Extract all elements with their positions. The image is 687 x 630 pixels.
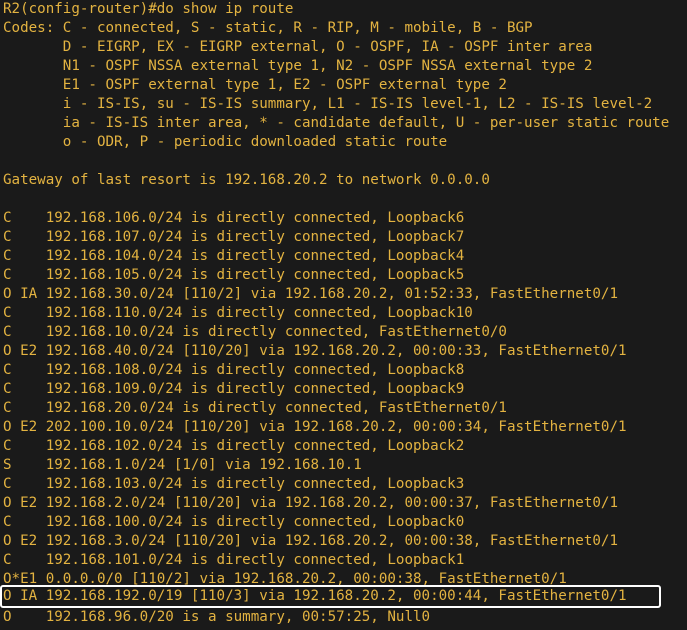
route-line: C 192.168.108.0/24 is directly connected… xyxy=(3,362,465,378)
route-line: C 192.168.100.0/24 is directly connected… xyxy=(3,514,465,530)
route-line: C 192.168.106.0/24 is directly connected… xyxy=(3,210,465,226)
route-line: C 192.168.105.0/24 is directly connected… xyxy=(3,267,465,283)
gateway-line: Gateway of last resort is 192.168.20.2 t… xyxy=(3,172,490,188)
route-line: S 192.168.1.0/24 [1/0] via 192.168.10.1 xyxy=(3,457,362,473)
route-line: C 192.168.107.0/24 is directly connected… xyxy=(3,229,465,245)
route-line: C 192.168.10.0/24 is directly connected,… xyxy=(3,324,507,340)
route-line: C 192.168.103.0/24 is directly connected… xyxy=(3,476,465,492)
route-line: C 192.168.110.0/24 is directly connected… xyxy=(3,305,473,321)
codes-legend-line: D - EIGRP, EX - EIGRP external, O - OSPF… xyxy=(3,39,593,55)
route-line: O E2 192.168.2.0/24 [110/20] via 192.168… xyxy=(3,495,618,511)
route-line: O E2 192.168.40.0/24 [110/20] via 192.16… xyxy=(3,343,627,359)
route-line: C 192.168.101.0/24 is directly connected… xyxy=(3,552,465,568)
route-line-summary: O 192.168.96.0/20 is a summary, 00:57:25… xyxy=(3,609,431,625)
route-line: C 192.168.109.0/24 is directly connected… xyxy=(3,381,465,397)
route-line: O E2 202.100.10.0/24 [110/20] via 192.16… xyxy=(3,419,627,435)
terminal-window[interactable]: R2(config-router)#do show ip route Codes… xyxy=(0,0,687,630)
route-line: C 192.168.104.0/24 is directly connected… xyxy=(3,248,465,264)
codes-legend-line: ia - IS-IS inter area, * - candidate def… xyxy=(3,115,670,131)
route-line: O IA 192.168.30.0/24 [110/2] via 192.168… xyxy=(3,286,618,302)
route-line: O E2 192.168.3.0/24 [110/20] via 192.168… xyxy=(3,533,618,549)
codes-legend-line: Codes: C - connected, S - static, R - RI… xyxy=(3,20,533,36)
codes-legend-line: i - IS-IS, su - IS-IS summary, L1 - IS-I… xyxy=(3,96,653,112)
route-line: C 192.168.20.0/24 is directly connected,… xyxy=(3,400,507,416)
prompt-command-line: R2(config-router)#do show ip route xyxy=(3,1,294,17)
codes-legend-line: E1 - OSPF external type 1, E2 - OSPF ext… xyxy=(3,77,507,93)
codes-legend-line: o - ODR, P - periodic downloaded static … xyxy=(3,134,448,150)
codes-legend-line: N1 - OSPF NSSA external type 1, N2 - OSP… xyxy=(3,58,593,74)
highlight-box xyxy=(0,585,661,608)
route-line: C 192.168.102.0/24 is directly connected… xyxy=(3,438,465,454)
